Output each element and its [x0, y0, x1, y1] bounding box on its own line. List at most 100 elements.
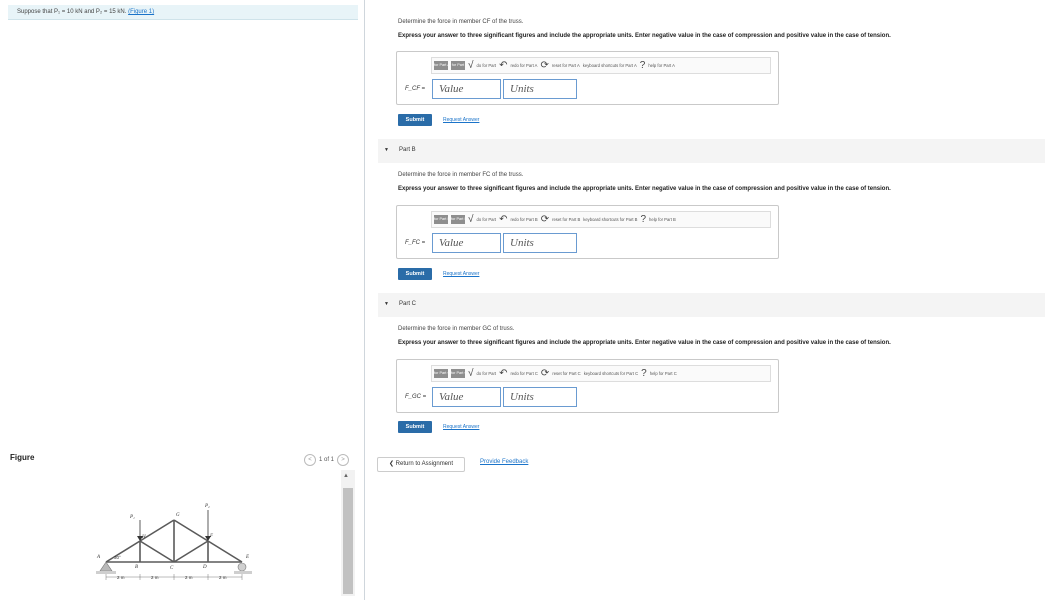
- undo-icon[interactable]: ↶: [499, 214, 507, 225]
- symbols-button[interactable]: for Part B: [451, 215, 465, 224]
- part-a-variable-label: F_CF =: [405, 86, 426, 92]
- node-b: B: [135, 565, 138, 570]
- part-a-submit-button[interactable]: Submit: [398, 114, 432, 126]
- help-button[interactable]: help for Part C: [650, 371, 677, 376]
- part-c-answer-box: for Part C for Part C √ do for Part ↶ re…: [396, 359, 779, 413]
- part-b-question: Determine the force in member FC of the …: [398, 172, 524, 178]
- sqrt-icon[interactable]: √: [468, 214, 474, 225]
- prev-figure-button[interactable]: <: [304, 454, 316, 466]
- part-a-request-answer-link[interactable]: Request Answer: [443, 117, 479, 123]
- part-a-answer-box: for Part A for Part √ do for Part ↶ redo…: [396, 51, 779, 105]
- dim-1: 2 m: [117, 575, 125, 580]
- scroll-up-icon[interactable]: ▲: [343, 473, 349, 479]
- part-c-chevron-icon[interactable]: ▼: [384, 301, 389, 307]
- part-b-variable-label: F_FC =: [405, 240, 426, 246]
- pin-support-a: [99, 561, 113, 572]
- truss-figure: P₁ P₂ A H G F E B C D 30° 2 m 2 m 2 m 2 …: [96, 504, 252, 580]
- part-b-chevron-icon[interactable]: ▼: [384, 147, 389, 153]
- part-c-toolbar: for Part C for Part C √ do for Part ↶ re…: [431, 365, 771, 382]
- help-button[interactable]: help for Part B: [649, 217, 676, 222]
- part-c-variable-label: F_GC =: [405, 394, 427, 400]
- part-c-instruction: Express your answer to three significant…: [398, 340, 891, 346]
- scroll-thumb[interactable]: [343, 488, 353, 594]
- label-p1: P₁: [129, 515, 135, 520]
- redo-button[interactable]: redo for Part A: [510, 63, 537, 68]
- next-figure-button[interactable]: >: [337, 454, 350, 466]
- help-icon[interactable]: ?: [640, 214, 646, 225]
- problem-statement: Suppose that P₁ = 10 kN and P₂ = 15 kN. …: [8, 5, 358, 20]
- node-h: H: [141, 535, 146, 540]
- figure-label: Figure: [10, 453, 35, 462]
- roller-support-e: [237, 562, 247, 572]
- symbols-button[interactable]: for Part: [451, 61, 465, 70]
- panel-divider: [364, 0, 365, 600]
- part-b-answer-box: for Part B for Part B √ do for Part ↶ re…: [396, 205, 779, 259]
- figure-pager: < 1 of 1 >: [304, 454, 350, 466]
- template-button[interactable]: for Part B: [434, 215, 448, 224]
- keyboard-shortcuts-button[interactable]: keyboard shortcuts for Part B: [583, 217, 637, 222]
- part-c-header-bar[interactable]: ▼ Part C: [378, 293, 1045, 317]
- part-b-header-bar[interactable]: ▼ Part B: [378, 139, 1045, 163]
- part-a-value-input[interactable]: Value: [432, 79, 501, 99]
- reset-icon[interactable]: ⟳: [541, 368, 549, 379]
- keyboard-shortcuts-button[interactable]: keyboard shortcuts for Part C: [584, 371, 638, 376]
- keyboard-shortcuts-button[interactable]: keyboard shortcuts for Part A: [583, 63, 637, 68]
- undo-button[interactable]: do for Part: [477, 217, 497, 222]
- part-c-title: Part C: [399, 301, 417, 307]
- part-c-submit-button[interactable]: Submit: [398, 421, 432, 433]
- figure-link[interactable]: (Figure 1): [128, 9, 154, 15]
- template-button[interactable]: for Part C: [434, 369, 448, 378]
- figure-count: 1 of 1: [319, 457, 335, 463]
- dim-2: 2 m: [151, 575, 159, 580]
- part-b-title: Part B: [399, 147, 416, 153]
- undo-icon[interactable]: ↶: [499, 60, 507, 71]
- dim-3: 2 m: [185, 575, 193, 580]
- help-icon[interactable]: ?: [641, 368, 647, 379]
- redo-button[interactable]: redo for Part C: [510, 371, 537, 376]
- ground-e: [234, 571, 252, 574]
- part-a-instruction: Express your answer to three significant…: [398, 33, 891, 39]
- node-e: E: [245, 555, 249, 560]
- reset-button[interactable]: reset for Part B: [552, 217, 580, 222]
- node-d: D: [202, 565, 207, 570]
- symbols-button[interactable]: for Part C: [451, 369, 465, 378]
- redo-button[interactable]: redo for Part B: [510, 217, 537, 222]
- part-b-toolbar: for Part B for Part B √ do for Part ↶ re…: [431, 211, 771, 228]
- truss-members: [105, 519, 243, 563]
- undo-icon[interactable]: ↶: [499, 368, 507, 379]
- sqrt-icon[interactable]: √: [468, 60, 474, 71]
- part-a-toolbar: for Part A for Part √ do for Part ↶ redo…: [431, 57, 771, 74]
- node-c: C: [170, 566, 174, 571]
- part-b-units-input[interactable]: Units: [503, 233, 577, 253]
- reset-icon[interactable]: ⟳: [540, 60, 548, 71]
- reset-button[interactable]: reset for Part A: [552, 63, 580, 68]
- return-to-assignment-button[interactable]: ❮ Return to Assignment: [377, 457, 465, 472]
- node-f: F: [209, 534, 214, 539]
- part-c-value-input[interactable]: Value: [432, 387, 501, 407]
- label-p2: P₂: [204, 504, 210, 509]
- angle-label: 30°: [114, 555, 121, 560]
- part-b-value-input[interactable]: Value: [432, 233, 501, 253]
- node-a: A: [96, 555, 101, 560]
- dim-4: 2 m: [219, 575, 227, 580]
- sqrt-icon[interactable]: √: [468, 368, 474, 379]
- provide-feedback-link[interactable]: Provide Feedback: [480, 459, 528, 465]
- node-g: G: [176, 513, 180, 518]
- part-c-request-answer-link[interactable]: Request Answer: [443, 424, 479, 430]
- help-icon[interactable]: ?: [640, 60, 646, 71]
- part-a-units-input[interactable]: Units: [503, 79, 577, 99]
- problem-text: Suppose that P₁ = 10 kN and P₂ = 15 kN.: [17, 9, 127, 15]
- reset-icon[interactable]: ⟳: [541, 214, 549, 225]
- part-b-instruction: Express your answer to three significant…: [398, 186, 891, 192]
- part-c-question: Determine the force in member GC of trus…: [398, 326, 515, 332]
- part-a-question: Determine the force in member CF of the …: [398, 19, 524, 25]
- ground-a: [96, 571, 116, 574]
- part-b-request-answer-link[interactable]: Request Answer: [443, 271, 479, 277]
- help-button[interactable]: help for Part A: [648, 63, 675, 68]
- undo-button[interactable]: do for Part: [477, 63, 497, 68]
- reset-button[interactable]: reset for Part C: [552, 371, 580, 376]
- part-b-submit-button[interactable]: Submit: [398, 268, 432, 280]
- template-button[interactable]: for Part A: [434, 61, 448, 70]
- undo-button[interactable]: do for Part: [477, 371, 497, 376]
- part-c-units-input[interactable]: Units: [503, 387, 577, 407]
